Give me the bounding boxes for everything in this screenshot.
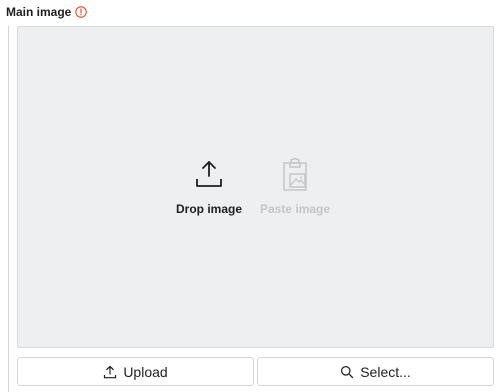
upload-tray-icon bbox=[196, 161, 222, 187]
select-button-label: Select... bbox=[360, 363, 411, 380]
field-label: Main image bbox=[6, 5, 88, 19]
clipboard-image-icon bbox=[283, 157, 307, 191]
drop-image-action[interactable]: Drop image bbox=[176, 157, 242, 216]
paste-image-action: Paste image bbox=[260, 157, 330, 216]
info-circle-icon[interactable] bbox=[75, 6, 88, 18]
drop-image-label: Drop image bbox=[176, 202, 243, 216]
paste-image-label: Paste image bbox=[260, 202, 331, 216]
upload-tray-icon bbox=[104, 365, 117, 378]
field-label-text: Main image bbox=[6, 5, 72, 19]
image-dropzone[interactable]: Drop image Paste image bbox=[17, 26, 494, 348]
field-indent-rule bbox=[8, 26, 9, 392]
search-icon bbox=[341, 365, 354, 378]
select-button[interactable]: Select... bbox=[257, 357, 494, 386]
upload-button-label: Upload bbox=[123, 363, 168, 380]
upload-button[interactable]: Upload bbox=[17, 357, 254, 386]
